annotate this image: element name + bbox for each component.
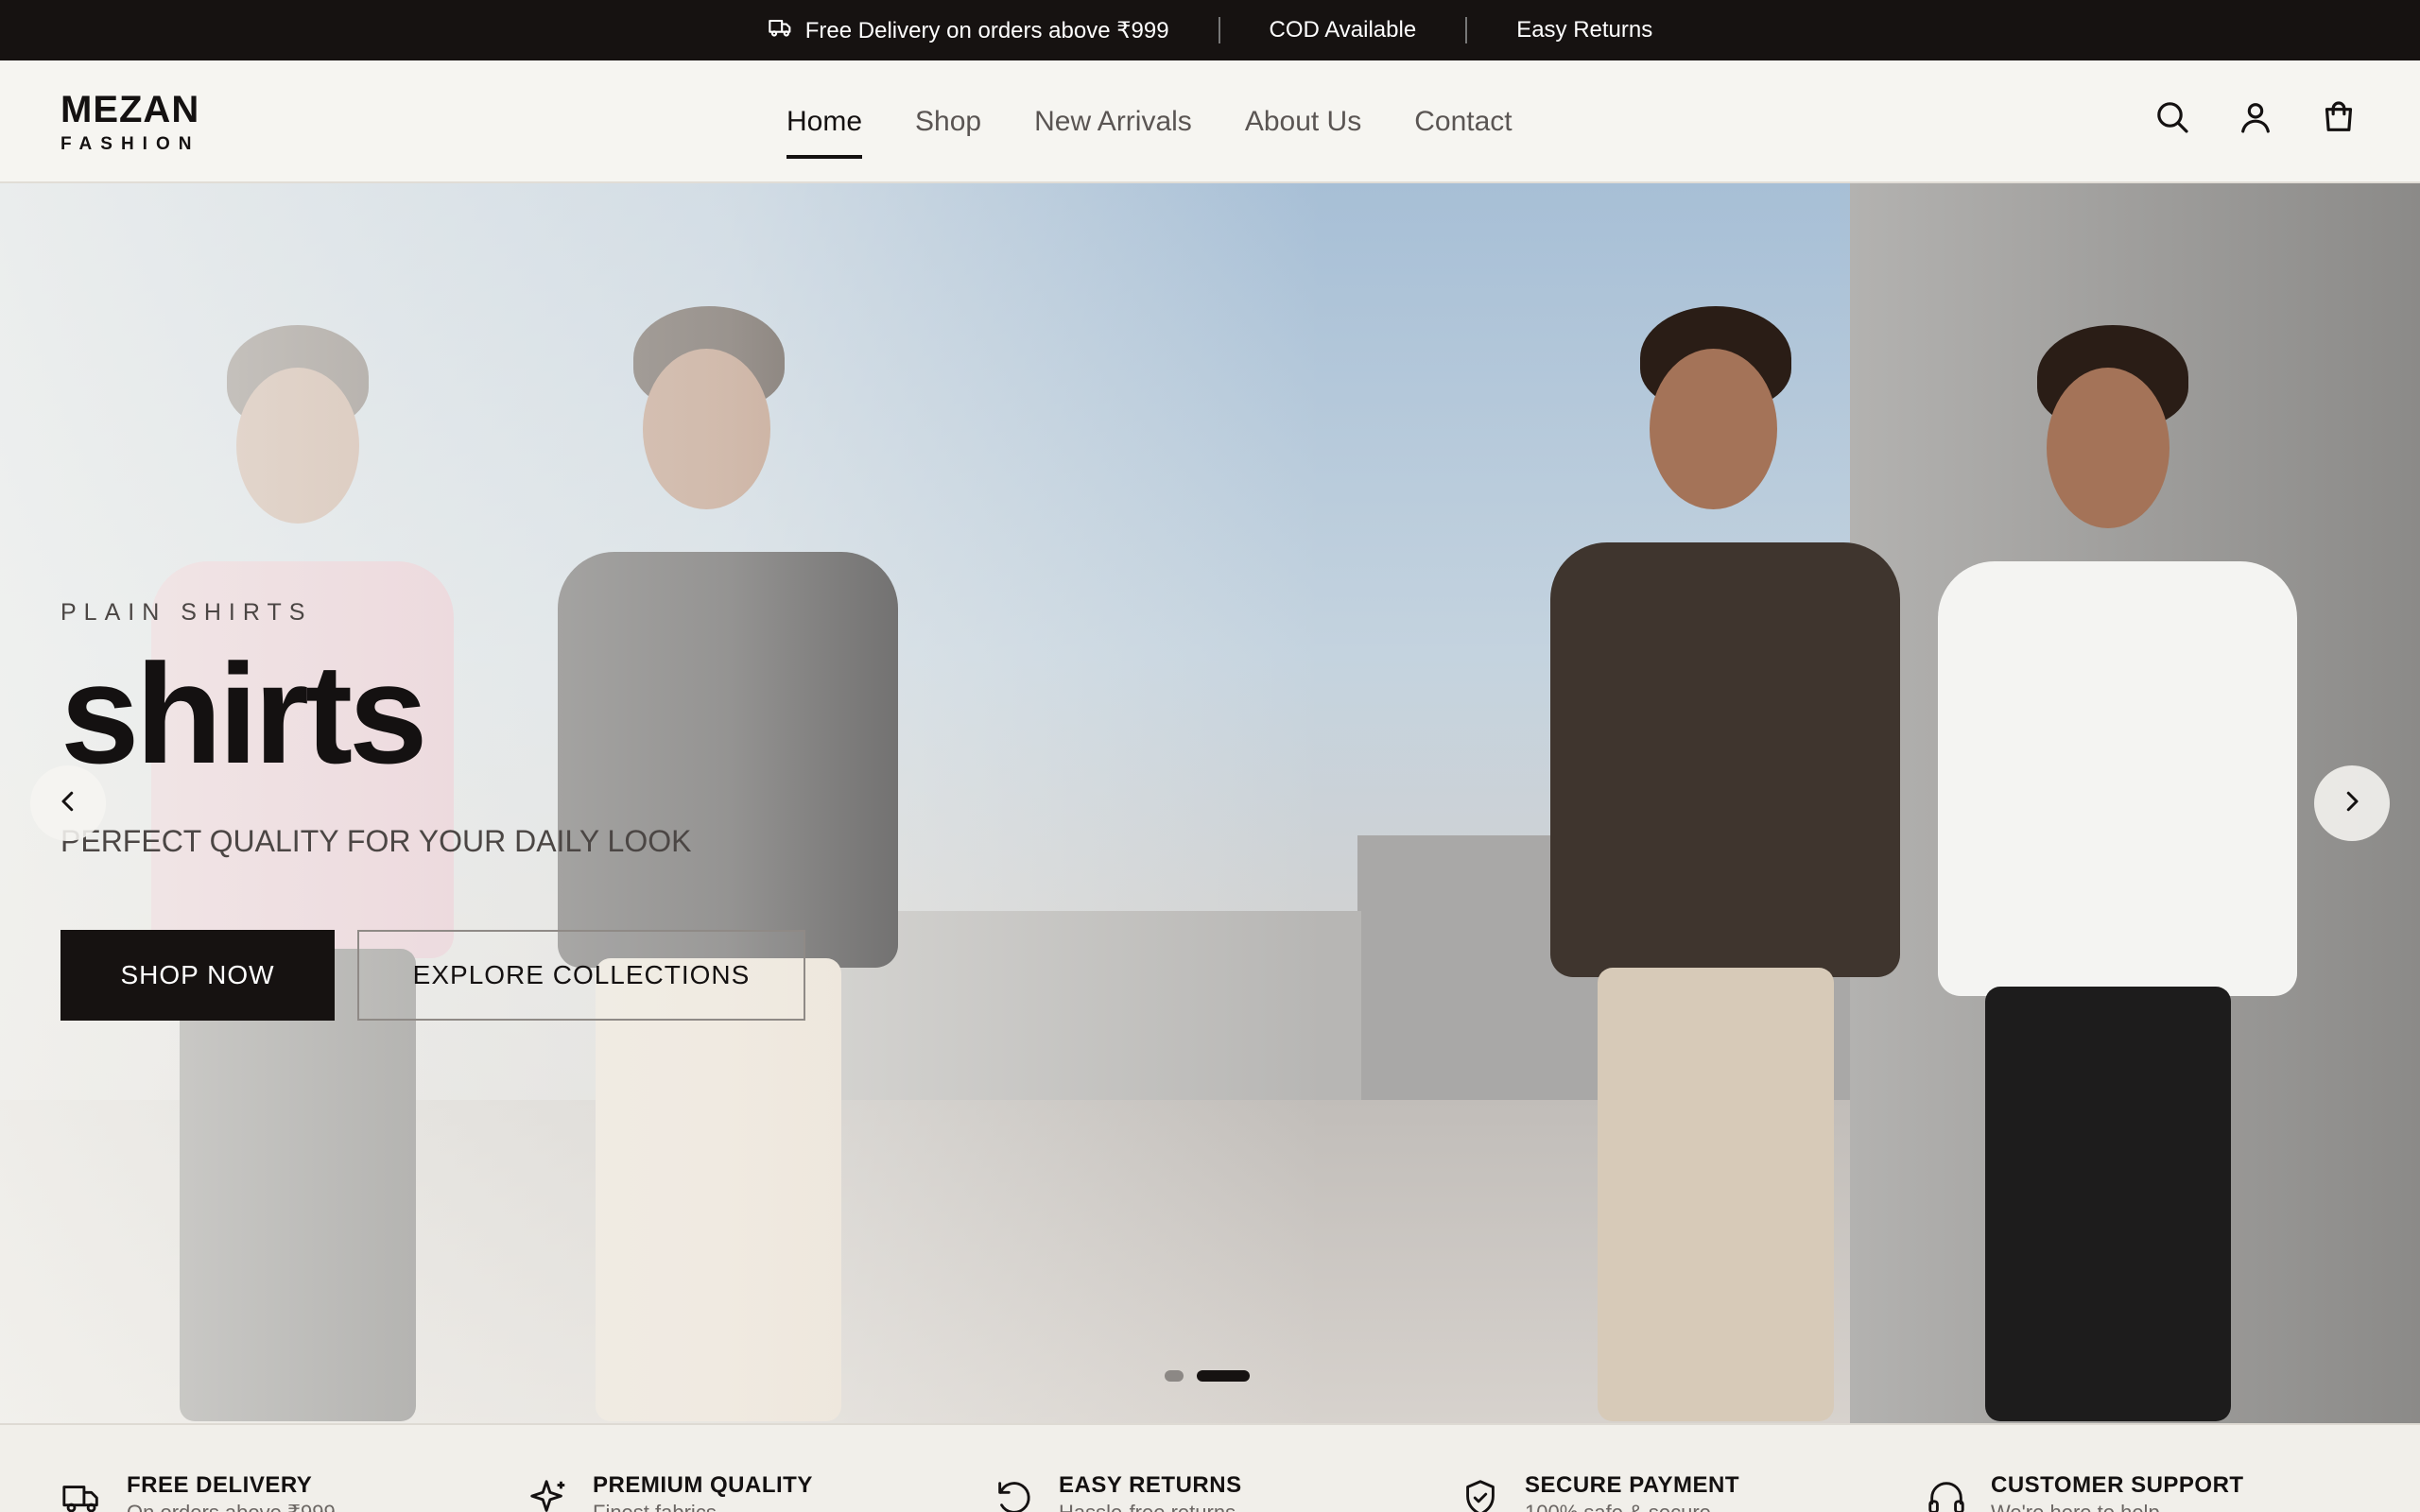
- slider-dot-1[interactable]: [1165, 1370, 1184, 1382]
- announcement-returns: Easy Returns: [1467, 17, 1702, 43]
- feature-subtitle: Finest fabrics: [593, 1499, 813, 1512]
- return-icon: [993, 1476, 1038, 1512]
- shopping-bag-icon[interactable]: [2318, 96, 2360, 138]
- model-white-shirt: [1919, 325, 2325, 1421]
- shop-now-button[interactable]: SHOP NOW: [60, 930, 335, 1021]
- sparkle-icon: [527, 1476, 572, 1512]
- feature-title: CUSTOMER SUPPORT: [1991, 1472, 2244, 1498]
- header-actions: [2152, 96, 2360, 138]
- announcement-text: Free Delivery on orders above ₹999: [804, 17, 1169, 43]
- slider-prev-button[interactable]: [30, 765, 106, 841]
- features-bar: FREE DELIVERY On orders above ₹999 PREMI…: [0, 1423, 2420, 1512]
- chevron-right-icon: [2338, 787, 2366, 820]
- announcement-free-delivery: Free Delivery on orders above ₹999: [718, 14, 1219, 47]
- headphones-icon: [1925, 1476, 1970, 1512]
- nav-home[interactable]: Home: [786, 96, 863, 159]
- feature-subtitle: Hassle-free returns: [1059, 1499, 1242, 1512]
- brand-logo[interactable]: MEZAN FASHION: [60, 89, 199, 155]
- announcement-bar: Free Delivery on orders above ₹999 COD A…: [0, 0, 2420, 60]
- nav-shop[interactable]: Shop: [915, 96, 981, 147]
- feature-free-delivery: FREE DELIVERY On orders above ₹999: [0, 1425, 466, 1512]
- announcement-text: COD Available: [1269, 17, 1417, 43]
- chevron-left-icon: [54, 787, 82, 820]
- nav-new-arrivals[interactable]: New Arrivals: [1034, 96, 1192, 147]
- user-icon[interactable]: [2235, 96, 2276, 138]
- slider-next-button[interactable]: [2314, 765, 2390, 841]
- truck-icon: [60, 1476, 106, 1512]
- hero-banner: PLAIN SHIRTS shirts PERFECT QUALITY FOR …: [0, 183, 2420, 1423]
- feature-easy-returns: EASY RETURNS Hassle-free returns: [932, 1425, 1398, 1512]
- feature-title: SECURE PAYMENT: [1525, 1472, 1740, 1498]
- hero-headline: shirts: [60, 634, 427, 793]
- feature-secure-payment: SECURE PAYMENT 100% safe & secure: [1398, 1425, 1864, 1512]
- explore-collections-button[interactable]: EXPLORE COLLECTIONS: [357, 930, 805, 1021]
- feature-title: PREMIUM QUALITY: [593, 1472, 813, 1498]
- truck-icon: [768, 14, 794, 47]
- hero-overlay: [0, 183, 1323, 1423]
- feature-subtitle: We're here to help: [1991, 1499, 2244, 1512]
- feature-premium-quality: PREMIUM QUALITY Finest fabrics: [466, 1425, 932, 1512]
- feature-customer-support: CUSTOMER SUPPORT We're here to help: [1864, 1425, 2330, 1512]
- nav-contact[interactable]: Contact: [1414, 96, 1512, 147]
- search-icon[interactable]: [2152, 96, 2193, 138]
- hero-eyebrow: PLAIN SHIRTS: [60, 599, 313, 626]
- announcement-cod: COD Available: [1220, 17, 1466, 43]
- nav-about-us[interactable]: About Us: [1245, 96, 1361, 147]
- feature-title: FREE DELIVERY: [127, 1472, 313, 1498]
- announcement-text: Easy Returns: [1516, 17, 1653, 43]
- slider-pagination: [1165, 1370, 1250, 1382]
- brand-subtitle: FASHION: [60, 134, 200, 154]
- hero-tagline: PERFECT QUALITY FOR YOUR DAILY LOOK: [60, 824, 692, 858]
- hero-cta-group: SHOP NOW EXPLORE COLLECTIONS: [60, 930, 805, 1021]
- site-header: MEZAN FASHION Home Shop New Arrivals Abo…: [0, 60, 2420, 183]
- feature-title: EASY RETURNS: [1059, 1472, 1242, 1498]
- main-nav: Home Shop New Arrivals About Us Contact: [786, 60, 1512, 183]
- slider-dot-2[interactable]: [1197, 1370, 1250, 1382]
- model-brown-shirt: [1531, 306, 1938, 1421]
- feature-subtitle: On orders above ₹999: [127, 1499, 336, 1512]
- brand-name: MEZAN: [60, 89, 200, 130]
- feature-subtitle: 100% safe & secure: [1525, 1499, 1739, 1512]
- shield-check-icon: [1459, 1476, 1504, 1512]
